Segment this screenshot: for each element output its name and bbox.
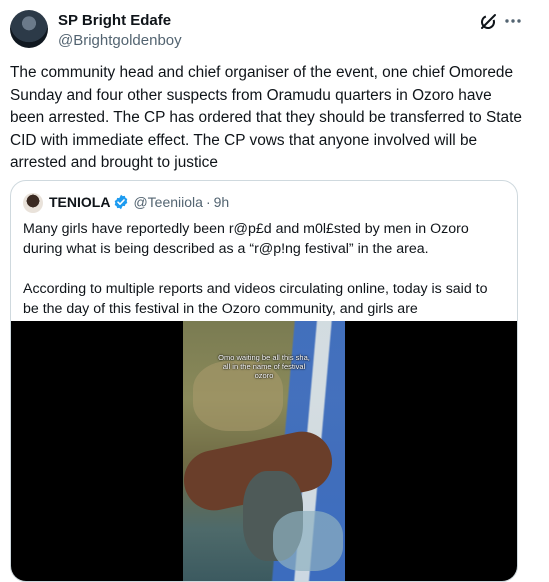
quote-author-handle[interactable]: @Teeniiola xyxy=(133,194,202,210)
tweet-text: The community head and chief organiser o… xyxy=(10,64,522,171)
quote-video[interactable]: Omo waiting be all this sha, all in the … xyxy=(11,321,517,581)
video-caption-line: all in the name of festival xyxy=(222,362,306,371)
quote-header: TENIOLA @Teeniiola · 9h xyxy=(49,194,229,210)
quote-paragraph-1: Many girls have reportedly been r@p£d an… xyxy=(23,221,469,257)
author-handle[interactable]: @Brightgoldenboy xyxy=(58,32,182,49)
quoted-tweet[interactable]: TENIOLA @Teeniiola · 9h Many girls have … xyxy=(10,180,518,582)
quote-author-name[interactable]: TENIOLA xyxy=(49,194,110,210)
author-avatar[interactable] xyxy=(10,10,48,48)
verified-badge-icon xyxy=(115,194,128,210)
quote-paragraph-2: According to multiple reports and videos… xyxy=(23,281,488,317)
quote-timestamp[interactable]: 9h xyxy=(214,194,230,210)
quote-avatar[interactable] xyxy=(23,193,43,213)
quote-separator: · xyxy=(205,194,211,210)
author-name[interactable]: SP Bright Edafe xyxy=(58,12,171,29)
video-caption-line: ozoro xyxy=(254,371,274,380)
more-icon[interactable] xyxy=(502,10,524,32)
video-frame[interactable]: Omo waiting be all this sha, all in the … xyxy=(183,321,345,581)
video-caption-line: Omo waiting be all this sha, xyxy=(218,353,310,362)
grok-icon[interactable] xyxy=(478,12,498,32)
video-caption: Omo waiting be all this sha, all in the … xyxy=(183,353,345,380)
